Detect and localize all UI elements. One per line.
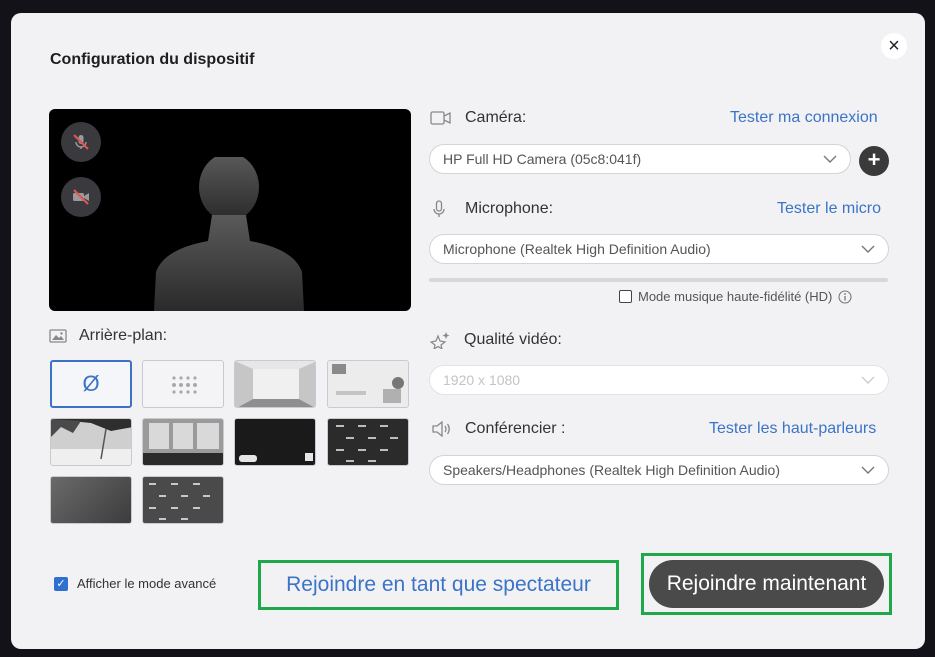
dialog-title: Configuration du dispositif xyxy=(50,51,255,68)
background-window-tile[interactable] xyxy=(142,418,224,466)
hd-mode-row: Mode musique haute-fidélité (HD) xyxy=(619,289,852,304)
blur-icon xyxy=(172,376,197,394)
chevron-down-icon xyxy=(861,466,875,474)
chevron-down-icon xyxy=(861,376,875,384)
image-icon xyxy=(49,329,67,343)
video-off-icon xyxy=(73,189,89,205)
user-silhouette-icon xyxy=(154,157,304,311)
video-quality-select[interactable]: 1920 x 1080 xyxy=(429,365,889,395)
hd-mode-label: Mode musique haute-fidélité (HD) xyxy=(638,289,833,304)
close-button[interactable]: × xyxy=(881,33,907,59)
add-camera-button[interactable]: + xyxy=(859,146,889,176)
microphone-label-row: Microphone: xyxy=(433,200,553,218)
camera-icon xyxy=(430,111,451,125)
background-office-tile[interactable] xyxy=(327,360,409,408)
pattern-dark-thumbnail xyxy=(328,419,408,465)
background-pattern-grey-tile[interactable] xyxy=(142,476,224,524)
camera-select-value: HP Full HD Camera (05c8:041f) xyxy=(443,151,642,167)
camera-label-row: Caméra: xyxy=(430,109,526,127)
office-thumbnail xyxy=(328,361,408,407)
background-room-tile[interactable] xyxy=(234,360,316,408)
chevron-down-icon xyxy=(861,245,875,253)
camera-label: Caméra: xyxy=(465,109,527,126)
hd-mode-checkbox[interactable] xyxy=(619,290,632,303)
chevron-down-icon xyxy=(823,155,837,163)
join-as-spectator-button[interactable]: Rejoindre en tant que spectateur xyxy=(258,560,619,610)
speaker-select[interactable]: Speakers/Headphones (Realtek High Defini… xyxy=(429,455,889,485)
join-now-button[interactable]: Rejoindre maintenant xyxy=(649,560,884,608)
background-beach-tile[interactable] xyxy=(50,418,132,466)
background-label: Arrière-plan: xyxy=(79,327,168,344)
beach-thumbnail xyxy=(51,419,131,465)
mic-muted-button[interactable] xyxy=(61,122,101,162)
advanced-mode-checkbox[interactable]: ✓ xyxy=(54,576,68,591)
join-now-highlight: Rejoindre maintenant xyxy=(641,553,892,615)
room-thumbnail xyxy=(235,361,315,407)
background-label-row: Arrière-plan: xyxy=(49,327,167,345)
camera-off-button[interactable] xyxy=(61,177,101,217)
microphone-select-value: Microphone (Realtek High Definition Audi… xyxy=(443,241,711,257)
background-gradient-tile[interactable] xyxy=(50,476,132,524)
window-thumbnail xyxy=(143,419,223,465)
background-none-tile[interactable]: Ø xyxy=(50,360,132,408)
sparkle-star-icon xyxy=(430,332,450,349)
background-blur-tile[interactable] xyxy=(142,360,224,408)
dark-brand-thumbnail xyxy=(235,419,315,465)
camera-select[interactable]: HP Full HD Camera (05c8:041f) xyxy=(429,144,851,174)
video-quality-label-row: Qualité vidéo: xyxy=(430,331,562,349)
pattern-grey-thumbnail xyxy=(143,477,223,523)
device-config-dialog: Configuration du dispositif × Arrière-pl… xyxy=(11,13,925,649)
advanced-mode-label: Afficher le mode avancé xyxy=(77,576,217,591)
mic-level-meter xyxy=(429,278,888,282)
video-preview xyxy=(49,109,411,311)
test-mic-link[interactable]: Tester le micro xyxy=(777,200,881,218)
test-connection-link[interactable]: Tester ma connexion xyxy=(730,109,878,127)
speaker-select-value: Speakers/Headphones (Realtek High Defini… xyxy=(443,462,780,478)
speaker-label: Conférencier : xyxy=(465,420,566,437)
background-pattern-dark-tile[interactable] xyxy=(327,418,409,466)
speaker-icon xyxy=(432,421,450,437)
video-quality-select-value: 1920 x 1080 xyxy=(443,372,521,388)
speaker-label-row: Conférencier : xyxy=(431,420,566,438)
mic-off-icon xyxy=(73,134,89,150)
info-icon[interactable] xyxy=(838,289,852,304)
video-quality-label: Qualité vidéo: xyxy=(464,331,562,348)
background-dark-brand-tile[interactable] xyxy=(234,418,316,466)
test-speakers-link[interactable]: Tester les haut-parleurs xyxy=(709,420,876,438)
microphone-select[interactable]: Microphone (Realtek High Definition Audi… xyxy=(429,234,889,264)
advanced-mode-row: ✓ Afficher le mode avancé xyxy=(54,576,216,591)
microphone-label: Microphone: xyxy=(465,200,554,217)
microphone-icon xyxy=(433,200,445,217)
